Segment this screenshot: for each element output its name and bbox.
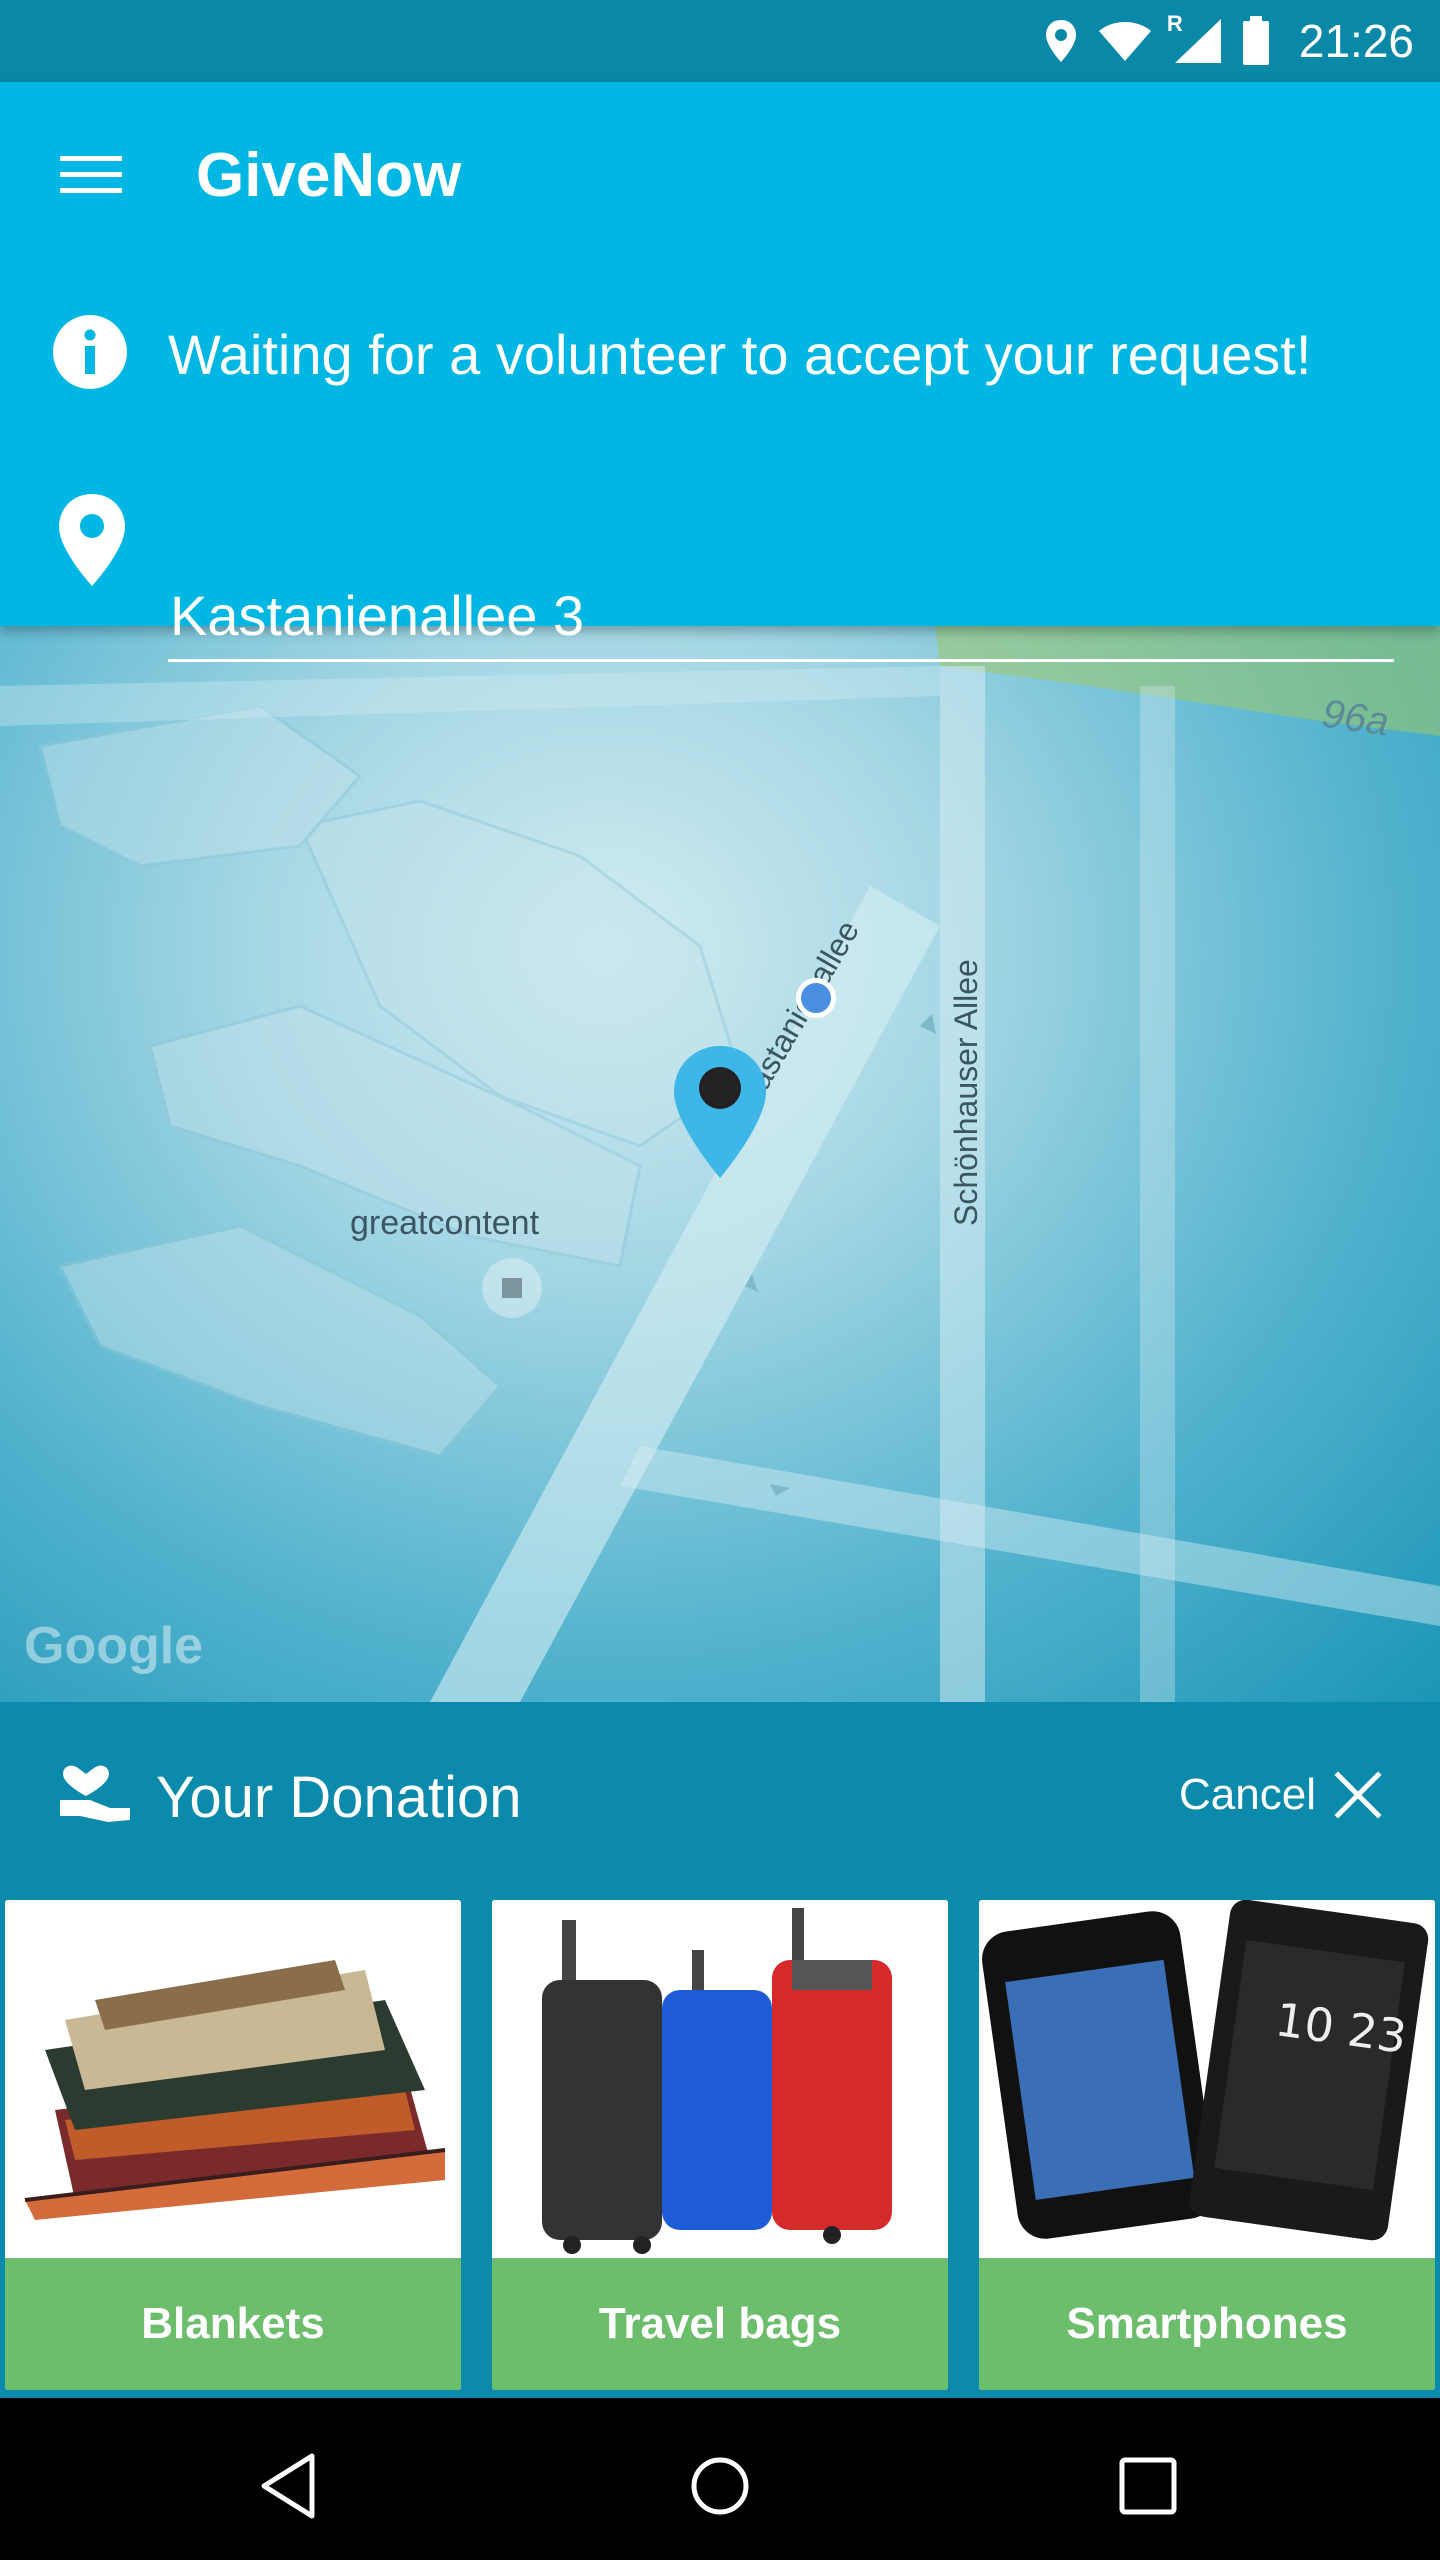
donation-title: Your Donation bbox=[156, 1765, 522, 1830]
travel-bags-image bbox=[492, 1900, 948, 2258]
status-bar: R 21:26 bbox=[0, 0, 1440, 82]
navigation-bar bbox=[0, 2398, 1440, 2560]
donation-item-label: Blankets bbox=[5, 2258, 461, 2390]
location-pin-icon bbox=[59, 494, 125, 586]
blankets-image bbox=[5, 1900, 461, 2258]
poi-marker[interactable] bbox=[482, 1258, 542, 1318]
donation-item-smartphones[interactable]: 10 23 Smartphones bbox=[979, 1900, 1435, 2390]
cancel-button[interactable]: Cancel bbox=[1179, 1760, 1384, 1830]
map-label-greatcontent: greatcontent bbox=[350, 1204, 540, 1242]
address-input[interactable] bbox=[168, 572, 1394, 662]
map-label-house-number: 96a bbox=[1319, 691, 1392, 745]
google-attribution: Google bbox=[24, 1617, 204, 1675]
donation-item-label: Travel bags bbox=[492, 2258, 948, 2390]
home-icon[interactable] bbox=[680, 2446, 760, 2526]
signal-icon: R bbox=[1167, 11, 1223, 65]
close-icon bbox=[1334, 1771, 1382, 1819]
app-header: GiveNow Waiting for a volunteer to accep… bbox=[0, 82, 1440, 662]
poi-square-icon bbox=[502, 1278, 522, 1298]
donation-panel: Your Donation Cancel Blankets Travel bag… bbox=[0, 1702, 1440, 2398]
map-view[interactable]: 96a Kastanienallee Schönhauser Allee gre… bbox=[0, 626, 1440, 1702]
roaming-indicator: R bbox=[1166, 11, 1183, 36]
donation-item-label: Smartphones bbox=[979, 2258, 1435, 2390]
status-message: Waiting for a volunteer to accept your r… bbox=[168, 323, 1312, 386]
donation-item-blankets[interactable]: Blankets bbox=[5, 1900, 461, 2390]
battery-icon bbox=[1242, 16, 1269, 65]
info-icon bbox=[53, 315, 127, 389]
app-title: GiveNow bbox=[196, 141, 462, 210]
my-location-dot bbox=[796, 978, 836, 1018]
cancel-label: Cancel bbox=[1179, 1770, 1316, 1819]
wifi-icon bbox=[1098, 22, 1151, 61]
map-label-schoenhauser: Schönhauser Allee bbox=[948, 959, 984, 1226]
clock: 21:26 bbox=[1298, 15, 1414, 67]
location-icon bbox=[1045, 20, 1076, 62]
donation-hand-icon bbox=[60, 1765, 130, 1822]
map-pin-icon[interactable] bbox=[670, 1044, 770, 1184]
recents-icon[interactable] bbox=[1108, 2446, 1188, 2526]
donation-items: Blankets Travel bags 10 23 Smartphones bbox=[0, 1900, 1440, 2390]
back-icon[interactable] bbox=[252, 2446, 332, 2526]
smartphones-image: 10 23 bbox=[979, 1900, 1435, 2258]
donation-item-travel-bags[interactable]: Travel bags bbox=[492, 1900, 948, 2390]
hamburger-menu-icon[interactable] bbox=[54, 138, 130, 214]
